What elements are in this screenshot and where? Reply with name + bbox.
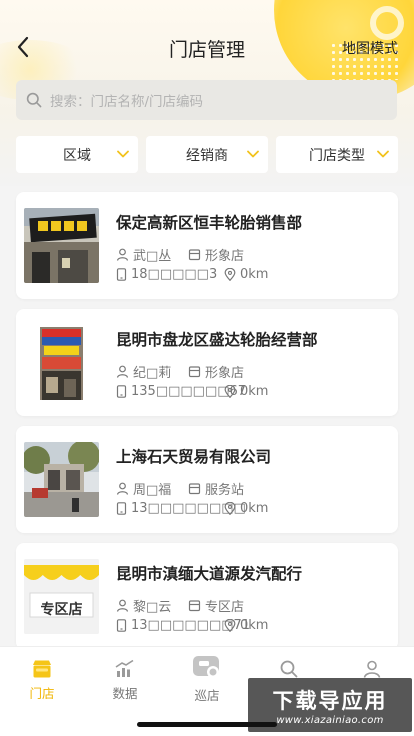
store-icon (33, 660, 51, 678)
store-card[interactable]: 上海石天贸易有限公司 周□福 服务站 13□□□□□□□□ 0km (16, 426, 398, 533)
store-owner: 武□丛 (116, 245, 188, 264)
location-pin-icon (224, 502, 236, 515)
shop-icon (188, 600, 201, 612)
store-distance: 0km (224, 384, 268, 399)
store-owner-text: 武□丛 (133, 249, 172, 264)
store-phone: 13□□□□□□□□ (116, 501, 246, 516)
store-distance-text: 0km (240, 384, 269, 399)
store-owner-text: 黎□云 (133, 600, 172, 615)
chevron-down-icon (117, 150, 129, 158)
filter-store-type-label: 门店类型 (309, 147, 365, 164)
search-icon (280, 660, 298, 678)
store-name: 保定高新区恒丰轮胎销售部 (116, 214, 303, 232)
store-card[interactable]: 专区店 昆明市滇缅大道源发汽配行 黎□云 专区店 13□□□□□□□71 0km (16, 543, 398, 650)
store-owner: 黎□云 (116, 596, 188, 615)
map-mode-button[interactable]: 地图模式 (342, 38, 398, 58)
store-phone: 13□□□□□□□71 (116, 618, 250, 633)
person-icon (116, 599, 129, 612)
store-photo (24, 208, 99, 283)
store-type: 形象店 (188, 245, 244, 264)
person-icon (116, 365, 129, 378)
store-card[interactable]: 昆明市盘龙区盛达轮胎经营部 纪□莉 形象店 135□□□□□□67 0km (16, 309, 398, 416)
phone-icon (116, 268, 127, 281)
filter-dealer[interactable]: 经销商 (146, 136, 268, 173)
chevron-down-icon (377, 150, 389, 158)
store-owner-text: 纪□莉 (133, 366, 172, 381)
store-meta-row: 黎□云 专区店 (116, 596, 244, 615)
navigation-bar: 门店管理 地图模式 (0, 24, 414, 70)
filter-bar: 区域 经销商 门店类型 (16, 136, 398, 174)
store-meta-row: 13□□□□□□□71 0km (116, 618, 268, 633)
store-photo: 专区店 (24, 559, 99, 634)
location-pin-icon (224, 268, 236, 281)
search-icon (26, 92, 42, 108)
store-card[interactable]: 保定高新区恒丰轮胎销售部 武□丛 形象店 18□□□□□3 0km (16, 192, 398, 299)
store-phone: 18□□□□□3 (116, 267, 224, 282)
store-photo-sign: 专区店 (40, 602, 83, 618)
store-management-page: 门店管理 地图模式 搜索：门店名称/门店编码 区域 经销商 门店类型 保定高新区… (0, 0, 414, 736)
store-name: 昆明市滇缅大道源发汽配行 (116, 565, 303, 583)
tab-data-label: 数据 (112, 686, 138, 701)
tab-patrol[interactable]: 巡店 (177, 653, 237, 704)
store-meta-row: 武□丛 形象店 (116, 245, 244, 264)
shop-icon (188, 366, 201, 378)
filter-dealer-label: 经销商 (186, 147, 228, 164)
store-distance: 0km (224, 267, 268, 282)
home-indicator (137, 722, 277, 727)
user-icon (363, 660, 381, 678)
filter-store-type[interactable]: 门店类型 (276, 136, 398, 173)
phone-icon (116, 385, 127, 398)
store-phone-text: 18□□□□□3 (131, 267, 218, 282)
store-distance: 0km (224, 618, 268, 633)
tab-patrol-label: 巡店 (194, 688, 220, 703)
store-meta-row: 周□福 服务站 (116, 479, 244, 498)
store-distance: 0km (224, 501, 268, 516)
person-icon (116, 482, 129, 495)
store-name: 昆明市盘龙区盛达轮胎经营部 (116, 331, 318, 349)
phone-icon (116, 502, 127, 515)
store-type: 服务站 (188, 479, 244, 498)
store-meta-row: 135□□□□□□67 0km (116, 384, 268, 399)
location-pin-icon (224, 619, 236, 632)
store-owner-text: 周□福 (133, 483, 172, 498)
chevron-down-icon (247, 150, 259, 158)
search-input[interactable]: 搜索：门店名称/门店编码 (16, 80, 397, 120)
store-distance-text: 0km (240, 618, 269, 633)
store-distance-text: 0km (240, 267, 269, 282)
filter-region-label: 区域 (63, 147, 91, 164)
shop-icon (188, 483, 201, 495)
store-photo (24, 442, 99, 517)
watermark-title: 下载导应用 (272, 688, 388, 713)
filter-region[interactable]: 区域 (16, 136, 138, 173)
store-name: 上海石天贸易有限公司 (116, 448, 272, 466)
location-pin-icon (224, 385, 236, 398)
patrol-icon (193, 656, 219, 678)
chart-icon (115, 659, 134, 677)
tab-store-label: 门店 (29, 686, 55, 701)
store-type: 形象店 (188, 362, 244, 381)
watermark-url: www.xiazainiao.com (276, 714, 384, 726)
store-phone: 135□□□□□□67 (116, 384, 246, 399)
phone-icon (116, 619, 127, 632)
store-type-text: 服务站 (205, 483, 245, 498)
store-type-text: 形象店 (205, 366, 245, 381)
store-type: 专区店 (188, 596, 244, 615)
store-photo (24, 325, 99, 400)
store-meta-row: 18□□□□□3 0km (116, 267, 268, 282)
search-placeholder: 搜索：门店名称/门店编码 (50, 94, 204, 110)
store-distance-text: 0km (240, 501, 269, 516)
tab-store[interactable]: 门店 (12, 657, 72, 702)
store-type-text: 形象店 (205, 249, 245, 264)
store-meta-row: 纪□莉 形象店 (116, 362, 244, 381)
store-owner: 纪□莉 (116, 362, 188, 381)
tab-data[interactable]: 数据 (95, 657, 155, 702)
store-meta-row: 13□□□□□□□□ 0km (116, 501, 268, 516)
person-icon (116, 248, 129, 261)
shop-icon (188, 249, 201, 261)
store-type-text: 专区店 (205, 600, 245, 615)
store-owner: 周□福 (116, 479, 188, 498)
